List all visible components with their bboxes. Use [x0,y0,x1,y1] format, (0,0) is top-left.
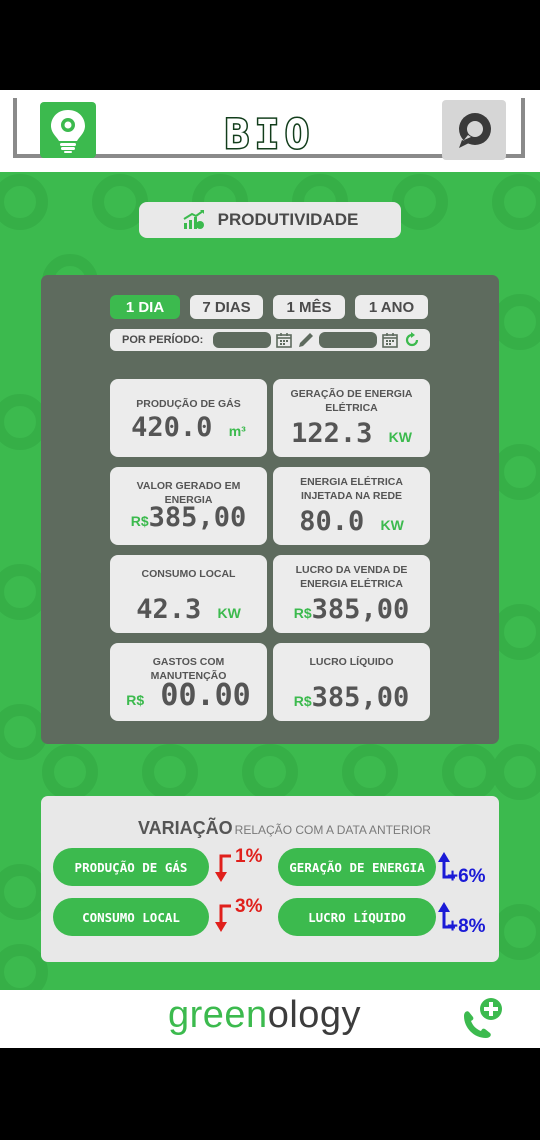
card-energy-generation[interactable]: GERAÇÃO DE ENERGIA ELÉTRICA 122.3 KW [273,379,430,457]
variation-title: VARIAÇÃO [138,818,233,838]
tab-1-ano[interactable]: 1 ANO [355,295,428,319]
status-bar [0,0,540,90]
variation-energy-generation[interactable]: GERAÇÃO DE ENERGIA [278,848,436,886]
card-net-profit[interactable]: LUCRO LÍQUIDO R$385,00 [273,643,430,721]
productivity-label: PRODUTIVIDADE [217,210,359,229]
variation-local-consumption[interactable]: CONSUMO LOCAL [53,898,209,936]
lightbulb-icon [51,110,85,153]
variation-subtitle: RELAÇÃO COM A DATA ANTERIOR [234,823,431,837]
card-label: LUCRO DA VENDA DE ENERGIA ELÉTRICA [295,564,408,590]
variation-net-profit[interactable]: LUCRO LÍQUIDO [278,898,436,936]
card-value: 122.3 KW [291,418,412,449]
app-title: BIO [223,111,316,160]
card-energy-value[interactable]: VALOR GERADO EM ENERGIA R$385,00 [110,467,267,545]
card-label: ENERGIA ELÉTRICA INJETADA NA REDE [300,476,403,502]
brand-part2: ology [267,994,362,1036]
card-value: R$385,00 [130,502,247,533]
navigation-bar [0,1048,540,1140]
end-date-field[interactable] [319,332,378,348]
calendar-icon[interactable] [275,331,293,349]
variation-delta: 1% [235,846,263,867]
period-tabs: 1 DIA 7 DIAS 1 MÊS 1 ANO [110,295,430,319]
productivity-header[interactable]: PRODUTIVIDADE [139,202,401,238]
card-value: R$385,00 [293,682,410,713]
brand-part1: green [168,994,268,1036]
tab-7-dias[interactable]: 7 DIAS [190,295,263,319]
start-date-field[interactable] [213,332,272,348]
card-value: 420.0 m³ [131,412,246,443]
brand-logo: greenology [168,994,361,1037]
card-label: CONSUMO LOCAL [141,568,236,580]
card-energy-sale-profit[interactable]: LUCRO DA VENDA DE ENERGIA ELÉTRICA R$385… [273,555,430,633]
card-value: 42.3 KW [136,594,241,625]
arrow-down-icon [215,904,231,932]
period-label: POR PERÍODO: [122,334,204,346]
variation-delta: +6% [447,866,486,887]
variation-heading: VARIAÇÃO RELAÇÃO COM A DATA ANTERIOR [138,818,431,839]
card-gas-production[interactable]: PRODUÇÃO DE GÁS 420.0 m³ [110,379,267,457]
refresh-icon[interactable] [403,331,421,349]
pencil-icon [297,331,315,349]
chat-icon [459,113,491,148]
card-local-consumption[interactable]: CONSUMO LOCAL 42.3 KW [110,555,267,633]
card-energy-injected[interactable]: ENERGIA ELÉTRICA INJETADA NA REDE 80.0 K… [273,467,430,545]
variation-delta: +8% [447,916,486,937]
card-maintenance-costs[interactable]: GASTOS COM MANUTENÇÃO R$ 00.00 [110,643,267,721]
growth-chart-icon [183,210,204,229]
phone-plus-icon[interactable] [458,996,504,1042]
calendar-icon[interactable] [381,331,399,349]
main-area: PRODUTIVIDADE 1 DIA 7 DIAS 1 MÊS 1 ANO P… [0,172,540,990]
logo-button[interactable] [40,102,96,158]
variation-panel: VARIAÇÃO RELAÇÃO COM A DATA ANTERIOR PRO… [41,796,499,962]
variation-gas-production[interactable]: PRODUÇÃO DE GÁS [53,848,209,886]
card-value: 80.0 KW [299,506,404,537]
period-filter: POR PERÍODO: [110,329,430,351]
dashboard-panel: 1 DIA 7 DIAS 1 MÊS 1 ANO POR PERÍODO: PR… [41,275,499,744]
chat-button[interactable] [442,100,506,160]
card-value: R$385,00 [293,594,410,625]
footer: greenology [0,990,540,1048]
card-label: GERAÇÃO DE ENERGIA ELÉTRICA [290,388,413,414]
variation-delta: 3% [235,896,263,917]
card-label: PRODUÇÃO DE GÁS [136,398,241,410]
arrow-down-icon [215,854,231,882]
app-header: BIO [0,90,540,172]
card-value: R$ 00.00 [126,678,251,713]
tab-1-dia[interactable]: 1 DIA [110,295,180,319]
tab-1-mes[interactable]: 1 MÊS [273,295,345,319]
card-label: LUCRO LÍQUIDO [309,656,394,668]
